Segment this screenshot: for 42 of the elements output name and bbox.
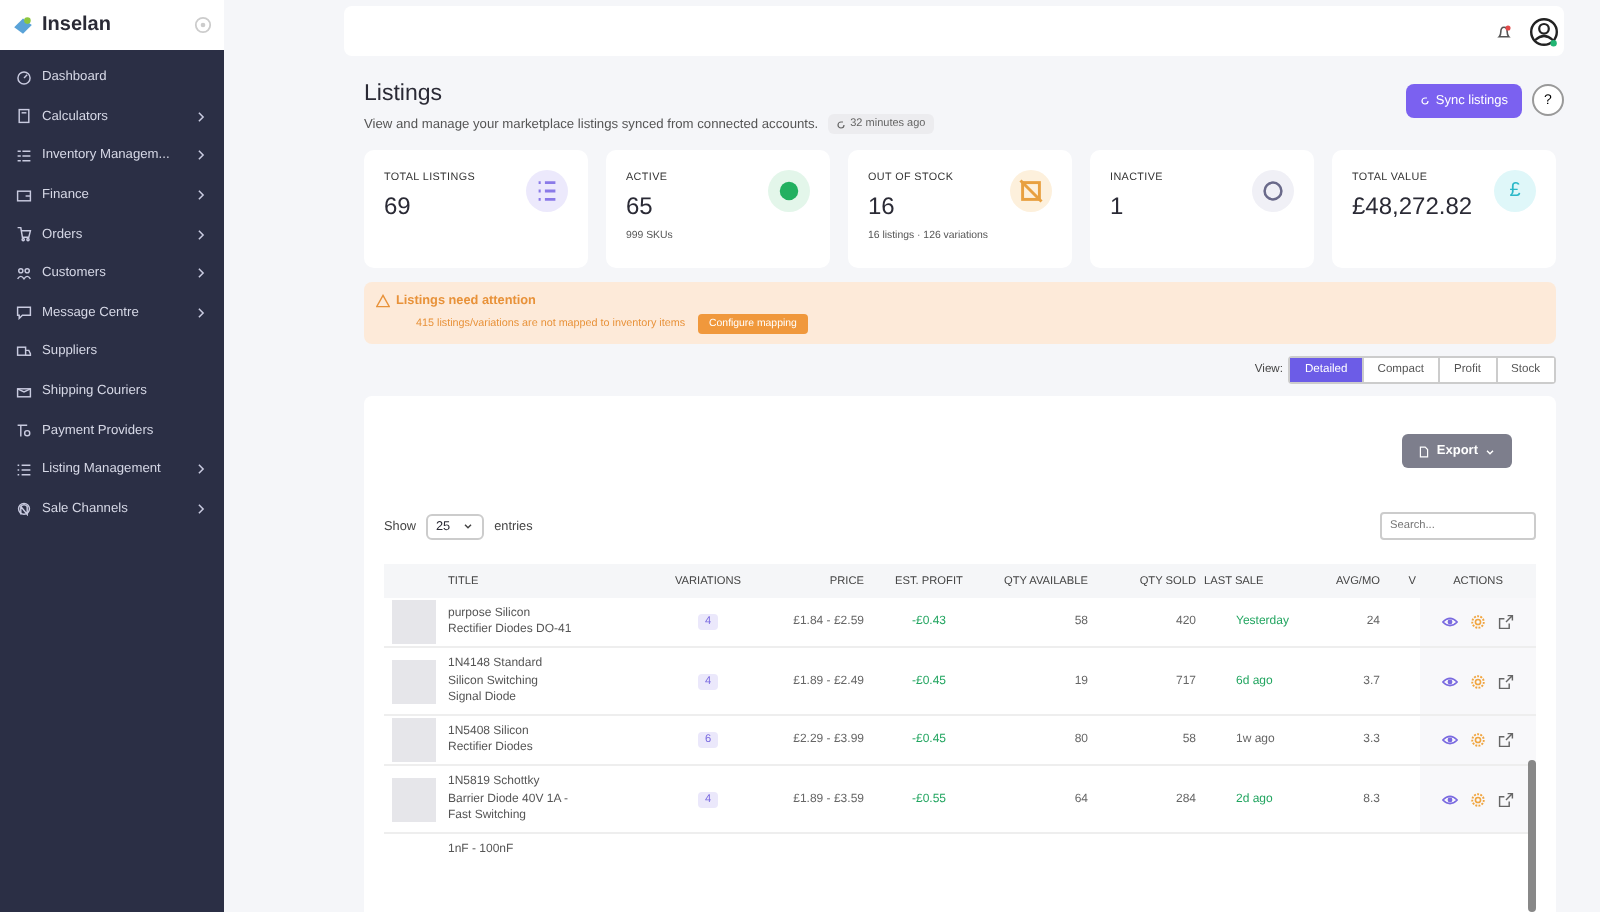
stat-value: 1 xyxy=(1110,192,1126,220)
eye-icon[interactable] xyxy=(1442,614,1458,631)
dashboard-icon xyxy=(16,69,32,86)
photo-placeholder xyxy=(392,777,436,822)
external-link-icon[interactable] xyxy=(1498,614,1514,631)
eye-icon[interactable] xyxy=(1442,732,1458,749)
warning-icon xyxy=(376,294,390,308)
truck-icon xyxy=(16,343,32,360)
list-icon xyxy=(16,461,32,478)
people-icon xyxy=(16,265,32,282)
stat-value: 65 xyxy=(626,192,655,220)
avatar-icon[interactable] xyxy=(1528,15,1560,47)
refresh-icon xyxy=(836,119,847,129)
no-box-icon xyxy=(1010,170,1052,212)
external-link-icon[interactable] xyxy=(1498,791,1514,808)
calculator-icon xyxy=(16,108,32,125)
stat-value: £48,272.82 xyxy=(1352,192,1475,220)
photo-placeholder xyxy=(392,659,436,704)
pound-icon: £ xyxy=(1494,170,1536,212)
box-icon xyxy=(16,383,32,400)
bell-icon[interactable] xyxy=(1496,23,1512,39)
page-title: Listings xyxy=(364,82,444,106)
scrollbar[interactable] xyxy=(1528,760,1536,912)
chevron-down-icon xyxy=(1484,445,1496,457)
chevron-down-icon xyxy=(462,520,475,532)
external-link-icon[interactable] xyxy=(1498,732,1514,749)
list-icon xyxy=(16,147,32,164)
eye-icon[interactable] xyxy=(1442,673,1458,690)
ring-icon xyxy=(1252,170,1294,212)
cart-icon xyxy=(16,226,32,243)
list-icon xyxy=(526,170,568,212)
logo-icon xyxy=(12,14,34,36)
brand-name: Inselan xyxy=(42,14,113,36)
dot-icon xyxy=(768,170,810,212)
stat-value: 16 xyxy=(868,192,897,220)
wallet-icon xyxy=(16,187,32,204)
chat-icon xyxy=(16,304,32,321)
stat-value: 69 xyxy=(384,192,413,220)
eye-icon[interactable] xyxy=(1442,791,1458,808)
file-icon xyxy=(1418,445,1431,457)
external-link-icon[interactable] xyxy=(1498,673,1514,690)
refresh-icon xyxy=(1419,96,1430,106)
